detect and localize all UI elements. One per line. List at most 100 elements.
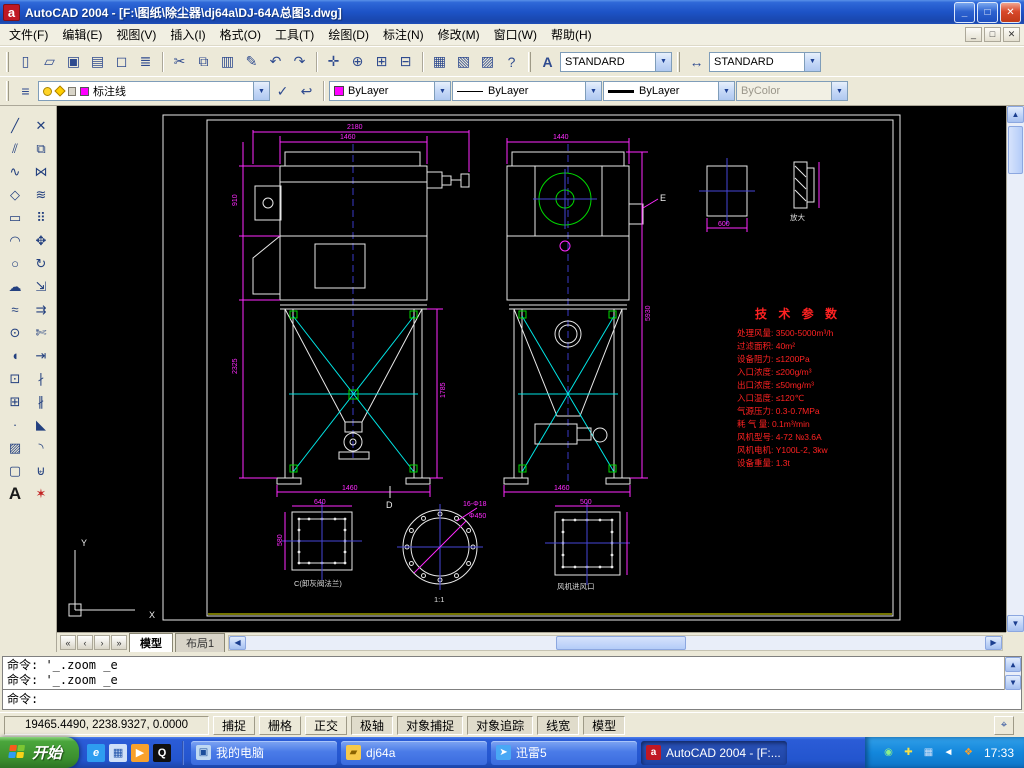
vertical-scroll-track[interactable]: [1007, 123, 1024, 615]
layer-combo[interactable]: 标注线 ▼: [38, 81, 270, 101]
move-tool-button[interactable]: ✥: [28, 229, 54, 252]
print-preview-button[interactable]: ◻: [110, 50, 133, 73]
title-bar[interactable]: a AutoCAD 2004 - [F:\图纸\除尘器\dj64a\DJ-64A…: [0, 0, 1024, 24]
break-tool-button[interactable]: ∦: [28, 390, 54, 413]
vertical-scroll-thumb[interactable]: [1008, 126, 1023, 174]
spline-tool-button[interactable]: ≈: [2, 298, 28, 321]
chevron-down-icon[interactable]: ▼: [585, 82, 601, 100]
scale-tool-button[interactable]: ⇲: [28, 275, 54, 298]
scroll-up-icon[interactable]: ▲: [1005, 657, 1021, 672]
properties-button[interactable]: ▦: [428, 50, 451, 73]
zoom-realtime-button[interactable]: ⊕: [346, 50, 369, 73]
tab-layout1[interactable]: 布局1: [175, 633, 225, 652]
ellipse-tool-button[interactable]: ⊙: [2, 321, 28, 344]
menu-item-draw[interactable]: 绘图(D): [321, 23, 376, 46]
command-text-area[interactable]: 命令: '_.zoom _e 命令: '_.zoom _e ▲ ▼ 命令:: [2, 656, 1022, 710]
linetype-combo[interactable]: ByLayer ▼: [452, 81, 602, 101]
help-button[interactable]: ?: [500, 50, 523, 73]
restore-button[interactable]: □: [977, 2, 998, 23]
otrack-toggle[interactable]: 对象追踪: [467, 716, 533, 735]
construction-line-tool-button[interactable]: ⫽: [2, 137, 28, 160]
circle-tool-button[interactable]: ○: [2, 252, 28, 275]
menu-item-insert[interactable]: 插入(I): [163, 23, 212, 46]
lineweight-toggle[interactable]: 线宽: [537, 716, 579, 735]
menu-item-tools[interactable]: 工具(T): [268, 23, 321, 46]
internet-explorer-icon[interactable]: e: [87, 744, 105, 762]
chevron-down-icon[interactable]: ▼: [804, 53, 820, 71]
task-button-folder[interactable]: ▰ dj64a: [341, 741, 487, 765]
dim-style-combo[interactable]: STANDARD ▼: [709, 52, 821, 72]
tab-model[interactable]: 模型: [129, 633, 173, 652]
stretch-tool-button[interactable]: ⇉: [28, 298, 54, 321]
redo-button[interactable]: ↷: [288, 50, 311, 73]
input-method-tray-icon[interactable]: ✚: [901, 745, 916, 760]
save-button[interactable]: ▣: [62, 50, 85, 73]
ortho-toggle[interactable]: 正交: [305, 716, 347, 735]
task-button-thunder[interactable]: ➤ 迅雷5: [491, 741, 637, 765]
layer-previous-button[interactable]: ↩: [295, 80, 318, 103]
scroll-left-icon[interactable]: ◀: [229, 636, 246, 650]
plot-button[interactable]: ▤: [86, 50, 109, 73]
text-style-combo[interactable]: STANDARD ▼: [560, 52, 672, 72]
toolbar-grip[interactable]: [677, 52, 680, 72]
scroll-down-icon[interactable]: ▼: [1007, 615, 1024, 632]
chevron-down-icon[interactable]: ▼: [718, 82, 734, 100]
menu-item-modify[interactable]: 修改(M): [431, 23, 487, 46]
explode-tool-button[interactable]: ✶: [28, 482, 54, 505]
publish-button[interactable]: ≣: [134, 50, 157, 73]
mdi-close-button[interactable]: ✕: [1003, 27, 1020, 42]
volume-tray-icon[interactable]: ◄: [941, 745, 956, 760]
line-tool-button[interactable]: ╱: [2, 114, 28, 137]
rectangle-tool-button[interactable]: ▭: [2, 206, 28, 229]
lineweight-combo[interactable]: ByLayer ▼: [603, 81, 735, 101]
polyline-tool-button[interactable]: ∿: [2, 160, 28, 183]
make-block-tool-button[interactable]: ⊞: [2, 390, 28, 413]
copy-tool-button[interactable]: ⧉: [28, 137, 54, 160]
copy-button[interactable]: ⧉: [192, 50, 215, 73]
trim-tool-button[interactable]: ✄: [28, 321, 54, 344]
task-button-autocad[interactable]: a AutoCAD 2004 - [F:...: [641, 741, 787, 765]
communication-center-icon[interactable]: ⌖: [994, 716, 1014, 735]
grid-toggle[interactable]: 栅格: [259, 716, 301, 735]
model-space-canvas[interactable]: 1460 2180 910 2325 1785: [57, 106, 1006, 632]
color-combo[interactable]: ByLayer ▼: [329, 81, 451, 101]
insert-block-tool-button[interactable]: ⊡: [2, 367, 28, 390]
toolbar-grip[interactable]: [528, 52, 531, 72]
tool-palettes-button[interactable]: ▨: [476, 50, 499, 73]
multiline-text-tool-button[interactable]: A: [2, 482, 28, 505]
mdi-minimize-button[interactable]: _: [965, 27, 982, 42]
menu-item-format[interactable]: 格式(O): [213, 23, 268, 46]
task-button-my-computer[interactable]: ▣ 我的电脑: [191, 741, 337, 765]
scroll-up-icon[interactable]: ▲: [1007, 106, 1024, 123]
ellipse-arc-tool-button[interactable]: ◖: [2, 344, 28, 367]
chevron-down-icon[interactable]: ▼: [434, 82, 450, 100]
polar-toggle[interactable]: 极轴: [351, 716, 393, 735]
osnap-toggle[interactable]: 对象捕捉: [397, 716, 463, 735]
antivirus-tray-icon[interactable]: ◉: [881, 745, 896, 760]
toolbar-grip[interactable]: [6, 52, 9, 72]
start-button[interactable]: 开始: [0, 737, 79, 768]
download-tray-icon[interactable]: ❖: [961, 745, 976, 760]
horizontal-scroll-track[interactable]: [246, 636, 985, 650]
offset-tool-button[interactable]: ≋: [28, 183, 54, 206]
horizontal-scroll-thumb[interactable]: [556, 636, 686, 650]
mdi-restore-button[interactable]: □: [984, 27, 1001, 42]
menu-item-window[interactable]: 窗口(W): [487, 23, 544, 46]
horizontal-scrollbar[interactable]: ◀ ▶: [228, 635, 1003, 651]
command-input-line[interactable]: 命令:: [3, 690, 1021, 709]
new-button[interactable]: ▯: [14, 50, 37, 73]
qq-icon[interactable]: Q: [153, 744, 171, 762]
revision-cloud-tool-button[interactable]: ☁: [2, 275, 28, 298]
coordinate-readout[interactable]: 19465.4490, 2238.9327, 0.0000: [4, 716, 209, 735]
menu-item-view[interactable]: 视图(V): [109, 23, 163, 46]
extend-tool-button[interactable]: ⇥: [28, 344, 54, 367]
toolbar-grip[interactable]: [6, 81, 9, 101]
command-history[interactable]: 命令: '_.zoom _e 命令: '_.zoom _e: [3, 657, 1004, 690]
open-button[interactable]: ▱: [38, 50, 61, 73]
chamfer-tool-button[interactable]: ◣: [28, 413, 54, 436]
layer-properties-button[interactable]: ≡: [14, 80, 37, 103]
zoom-previous-button[interactable]: ⊟: [394, 50, 417, 73]
menu-item-help[interactable]: 帮助(H): [544, 23, 599, 46]
fillet-tool-button[interactable]: ◝: [28, 436, 54, 459]
array-tool-button[interactable]: ⠿: [28, 206, 54, 229]
